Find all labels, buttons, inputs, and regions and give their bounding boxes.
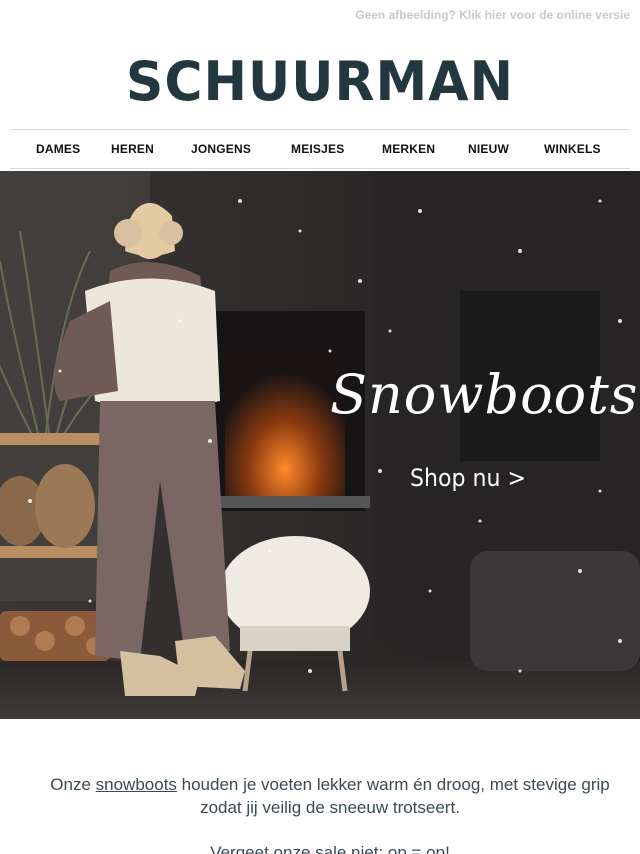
nav-item-nieuw[interactable]: NIEUW <box>468 142 509 156</box>
nav-item-jongens[interactable]: JONGENS <box>191 142 251 156</box>
online-version-link[interactable]: Geen afbeelding? Klik hier voor de onlin… <box>355 8 630 22</box>
nav-item-heren[interactable]: HEREN <box>111 142 154 156</box>
intro-suffix: houden je voeten lekker warm én droog, m… <box>176 775 610 817</box>
shop-now-button[interactable]: Shop nu > <box>410 464 526 492</box>
sale-reminder: Vergeet onze sale niet: op = op! <box>210 843 450 854</box>
intro-prefix: Onze <box>50 775 96 794</box>
brand-logo[interactable]: SCHUURMAN <box>0 50 640 114</box>
nav-item-meisjes[interactable]: MEISJES <box>291 142 344 156</box>
snowboots-link[interactable]: snowboots <box>96 775 177 794</box>
online-version-link-container: Geen afbeelding? Klik hier voor de onlin… <box>355 8 630 22</box>
nav-item-dames[interactable]: DAMES <box>36 142 80 156</box>
logo-text: SCHUURMAN <box>125 50 515 114</box>
hero-image <box>0 171 640 719</box>
hero-banner[interactable]: Snowboots Shop nu > <box>0 171 640 719</box>
intro-paragraph: Onze snowboots houden je voeten lekker w… <box>40 773 620 819</box>
hero-title: Snowboots <box>330 363 639 426</box>
main-nav: DAMES HEREN JONGENS MEISJES MERKEN NIEUW… <box>10 129 630 169</box>
nav-item-merken[interactable]: MERKEN <box>382 142 435 156</box>
nav-item-winkels[interactable]: WINKELS <box>544 142 601 156</box>
